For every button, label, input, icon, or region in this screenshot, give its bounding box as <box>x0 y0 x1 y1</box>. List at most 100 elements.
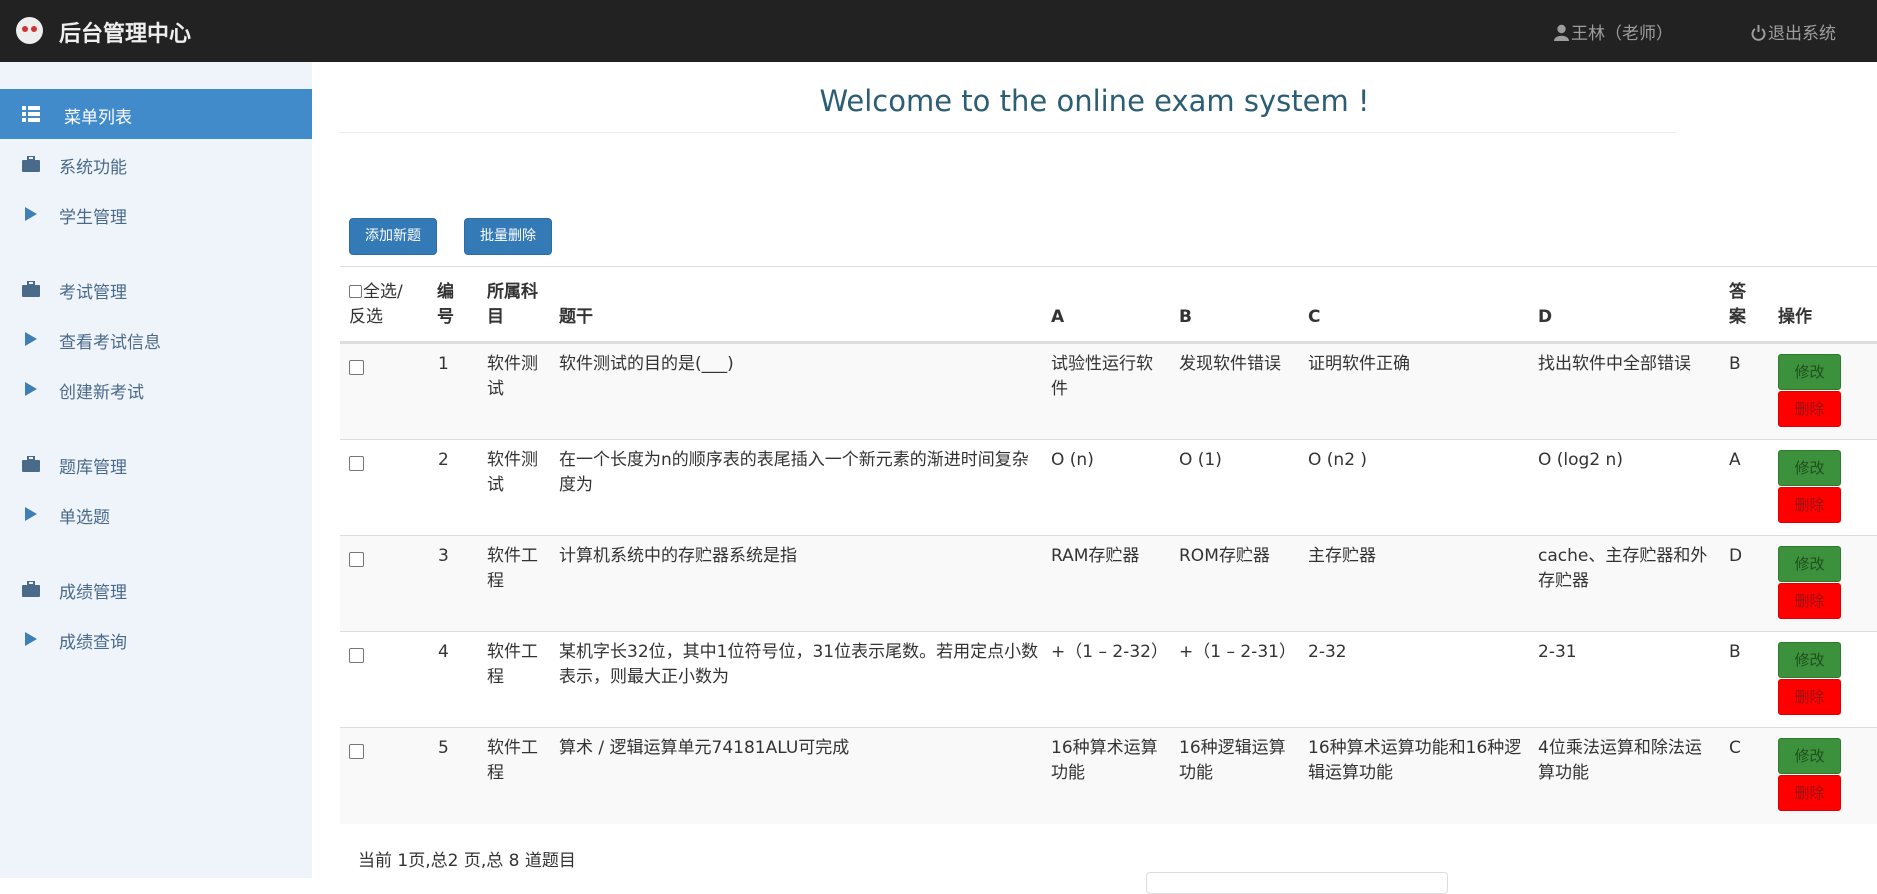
sidebar-item-label: 成绩查询 <box>59 633 127 653</box>
cell-option-d: O (log2 n) <box>1538 450 1623 470</box>
brand-title[interactable]: 后台管理中心 <box>59 16 191 48</box>
cell-subject: 软件工程 <box>487 642 538 687</box>
sidebar-item-exams[interactable]: 考试管理 <box>0 264 312 314</box>
row-checkbox[interactable] <box>349 648 364 663</box>
cell-question: 算术 / 逻辑运算单元74181ALU可完成 <box>559 738 850 758</box>
add-question-button[interactable]: 添加新题 <box>349 218 437 255</box>
cell-id: 2 <box>438 450 449 470</box>
table-row: 4 软件工程 某机字长32位，其中1位符号位，31位表示尾数。若用定点小数表示，… <box>340 631 1877 728</box>
sidebar-item-label: 查看考试信息 <box>59 333 161 353</box>
play-icon <box>25 507 37 521</box>
sidebar: 菜单列表 系统功能 学生管理 考试管理 查看考试信息 创建新考试 题库管理 单选… <box>0 62 312 878</box>
sidebar-item-label: 系统功能 <box>59 158 127 178</box>
delete-button[interactable]: 删除 <box>1778 487 1841 523</box>
divider <box>338 132 1676 133</box>
cell-question: 在一个长度为n的顺序表的表尾插入一个新元素的渐进时间复杂度为 <box>559 450 1029 495</box>
column-header-question: 题干 <box>559 307 593 327</box>
cell-option-c: 主存贮器 <box>1308 546 1376 566</box>
header-text: 编 <box>437 282 454 302</box>
cell-option-c: 2-32 <box>1308 642 1347 662</box>
column-header-answer: 答案 <box>1729 280 1746 330</box>
select-all-header[interactable]: 全选/反选 <box>349 280 403 330</box>
cell-id: 4 <box>438 642 449 662</box>
table-row: 1 软件测试 软件测试的目的是(___) 试验性运行软件 发现软件错误 证明软件… <box>340 343 1877 440</box>
table-row: 2 软件测试 在一个长度为n的顺序表的表尾插入一个新元素的渐进时间复杂度为 O … <box>340 439 1877 536</box>
sidebar-item-students[interactable]: 学生管理 <box>0 189 312 239</box>
sidebar-item-system[interactable]: 系统功能 <box>0 139 312 189</box>
column-header-b: B <box>1179 307 1192 327</box>
sidebar-item-grades[interactable]: 成绩管理 <box>0 564 312 614</box>
delete-button[interactable]: 删除 <box>1778 775 1841 811</box>
delete-button[interactable]: 删除 <box>1778 679 1841 715</box>
edit-button[interactable]: 修改 <box>1778 546 1841 582</box>
sidebar-item-label: 单选题 <box>59 508 110 528</box>
header-text: 案 <box>1729 307 1746 327</box>
cell-option-b: O (1) <box>1179 450 1222 470</box>
row-checkbox[interactable] <box>349 456 364 471</box>
table-row: 5 软件工程 算术 / 逻辑运算单元74181ALU可完成 16种算术运算功能 … <box>340 727 1877 824</box>
column-header-c: C <box>1308 307 1321 327</box>
cell-option-c: O (n2 ) <box>1308 450 1368 470</box>
sidebar-item-menu-list[interactable]: 菜单列表 <box>0 89 312 139</box>
divider <box>340 266 1877 267</box>
sidebar-item-single-choice[interactable]: 单选题 <box>0 489 312 539</box>
edit-button[interactable]: 修改 <box>1778 450 1841 486</box>
play-icon <box>25 382 37 396</box>
cell-id: 5 <box>438 738 449 758</box>
batch-delete-button[interactable]: 批量删除 <box>464 218 552 255</box>
briefcase-icon <box>22 281 40 297</box>
row-checkbox[interactable] <box>349 744 364 759</box>
list-icon <box>22 106 40 122</box>
column-header-id: 编号 <box>437 280 454 330</box>
column-header-a: A <box>1051 307 1065 327</box>
logout-link[interactable]: 退出系统 <box>1751 19 1836 44</box>
pagination-control[interactable] <box>1146 872 1448 894</box>
cell-answer: A <box>1729 450 1741 470</box>
cell-option-c: 16种算术运算功能和16种逻辑运算功能 <box>1308 738 1522 783</box>
cell-option-a: 试验性运行软件 <box>1051 354 1153 399</box>
user-icon <box>1554 24 1569 41</box>
column-header-subject: 所属科目 <box>487 280 538 330</box>
column-header-actions: 操作 <box>1778 307 1812 327</box>
edit-button[interactable]: 修改 <box>1778 354 1841 390</box>
cell-option-d: 找出软件中全部错误 <box>1538 354 1691 374</box>
cell-answer: B <box>1729 642 1741 662</box>
cell-subject: 软件工程 <box>487 546 538 591</box>
select-all-checkbox[interactable] <box>349 285 362 298</box>
pagination-info: 当前 1页,总2 页,总 8 道题目 <box>358 851 576 871</box>
cell-option-b: 发现软件错误 <box>1179 354 1281 374</box>
cell-option-b: 16种逻辑运算功能 <box>1179 738 1286 783</box>
sidebar-item-view-exams[interactable]: 查看考试信息 <box>0 314 312 364</box>
edit-button[interactable]: 修改 <box>1778 738 1841 774</box>
sidebar-item-label: 成绩管理 <box>59 583 127 603</box>
sidebar-item-grade-query[interactable]: 成绩查询 <box>0 614 312 664</box>
sidebar-item-create-exam[interactable]: 创建新考试 <box>0 364 312 414</box>
cell-answer: C <box>1729 738 1741 758</box>
cell-option-b: ROM存贮器 <box>1179 546 1270 566</box>
cell-question: 软件测试的目的是(___) <box>559 354 734 374</box>
power-icon <box>1751 25 1766 41</box>
header-text: 答 <box>1729 282 1746 302</box>
delete-button[interactable]: 删除 <box>1778 391 1841 427</box>
logout-label: 退出系统 <box>1768 24 1836 44</box>
user-menu[interactable]: 王林（老师） <box>1554 19 1673 44</box>
cell-option-d: 2-31 <box>1538 642 1577 662</box>
welcome-heading: Welcome to the online exam system ! <box>819 84 1370 118</box>
sidebar-item-question-bank[interactable]: 题库管理 <box>0 439 312 489</box>
cell-option-c: 证明软件正确 <box>1308 354 1410 374</box>
row-checkbox[interactable] <box>349 360 364 375</box>
select-all-label: 全选/ <box>363 282 403 302</box>
invert-selection-label: 反选 <box>349 307 383 327</box>
table-row: 3 软件工程 计算机系统中的存贮器系统是指 RAM存贮器 ROM存贮器 主存贮器… <box>340 535 1877 632</box>
user-name: 王林（老师） <box>1571 24 1673 44</box>
cell-answer: B <box>1729 354 1741 374</box>
cell-option-b: +（1 – 2-31） <box>1179 642 1296 662</box>
row-checkbox[interactable] <box>349 552 364 567</box>
play-icon <box>25 207 37 221</box>
edit-button[interactable]: 修改 <box>1778 642 1841 678</box>
cell-id: 1 <box>438 354 449 374</box>
cell-option-a: 16种算术运算功能 <box>1051 738 1158 783</box>
briefcase-icon <box>22 456 40 472</box>
cell-option-d: cache、主存贮器和外存贮器 <box>1538 546 1708 591</box>
delete-button[interactable]: 删除 <box>1778 583 1841 619</box>
